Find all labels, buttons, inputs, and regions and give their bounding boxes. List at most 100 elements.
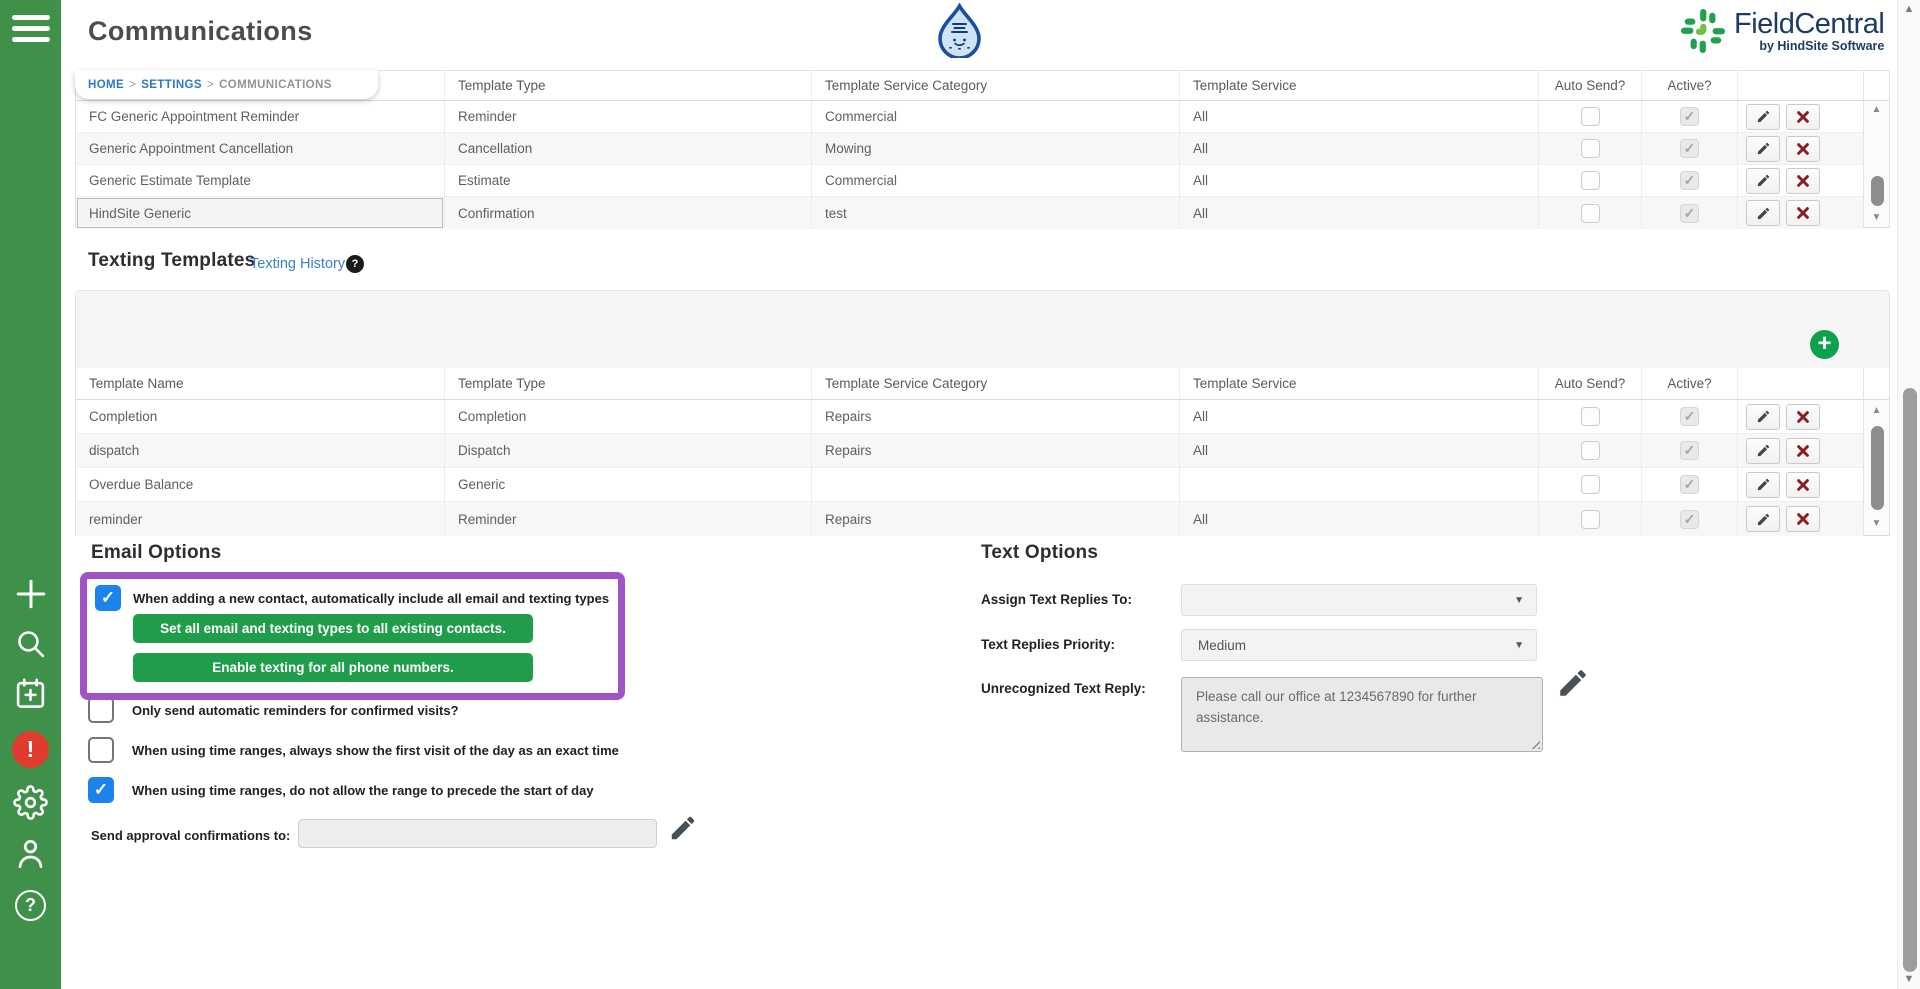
page-title: Communications	[88, 16, 313, 47]
edit-button[interactable]	[1746, 104, 1780, 130]
table-row[interactable]: Generic Appointment Cancellation Cancell…	[76, 133, 1863, 165]
replies-priority-select[interactable]: Medium ▼	[1181, 629, 1537, 661]
edit-button[interactable]	[1746, 136, 1780, 162]
assign-replies-label: Assign Text Replies To:	[981, 592, 1132, 607]
texting-toolbar-panel: +	[75, 290, 1890, 368]
cell-template-type: Generic	[444, 468, 811, 501]
hamburger-menu-icon[interactable]	[12, 15, 50, 42]
help-icon[interactable]: ?	[0, 890, 61, 921]
active-checkbox	[1680, 407, 1699, 426]
edit-button[interactable]	[1746, 168, 1780, 194]
auto-send-checkbox[interactable]	[1581, 475, 1600, 494]
add-texting-template-button[interactable]: +	[1810, 330, 1839, 359]
auto-send-checkbox[interactable]	[1581, 510, 1600, 529]
auto-send-checkbox[interactable]	[1581, 107, 1600, 126]
auto-include-checkbox[interactable]	[95, 585, 121, 611]
range-precede-label: When using time ranges, do not allow the…	[132, 783, 594, 798]
breadcrumb-settings-link[interactable]: SETTINGS	[141, 79, 202, 91]
col-header-service-category: Template Service Category	[811, 368, 1179, 399]
confirmed-visits-checkbox[interactable]	[88, 697, 114, 723]
cell-template-type: Confirmation	[444, 197, 811, 229]
col-header-template-service: Template Service	[1179, 71, 1538, 100]
delete-button[interactable]	[1786, 472, 1820, 498]
approval-confirmations-input[interactable]	[298, 819, 657, 848]
exact-time-label: When using time ranges, always show the …	[132, 743, 619, 758]
add-icon[interactable]	[0, 577, 61, 611]
auto-send-checkbox[interactable]	[1581, 204, 1600, 223]
scroll-down-icon[interactable]: ▼	[1898, 974, 1920, 985]
chevron-down-icon: ▼	[1514, 595, 1524, 606]
cell-template-name: Overdue Balance	[76, 468, 444, 501]
texting-table-scrollbar[interactable]: ▲ ▼	[1863, 368, 1889, 535]
approval-edit-pencil-icon[interactable]	[668, 813, 698, 848]
cell-template-service	[1179, 468, 1538, 501]
table-row[interactable]: dispatch Dispatch Repairs All	[76, 434, 1863, 468]
scrollbar-thumb[interactable]	[1871, 426, 1884, 510]
replies-priority-label: Text Replies Priority:	[981, 637, 1115, 652]
calendar-add-icon[interactable]	[0, 677, 61, 710]
breadcrumb-home-link[interactable]: HOME	[88, 79, 124, 91]
table-row[interactable]: Overdue Balance Generic	[76, 468, 1863, 502]
delete-button[interactable]	[1786, 136, 1820, 162]
cell-template-service: All	[1179, 502, 1538, 536]
edit-button[interactable]	[1746, 472, 1780, 498]
cell-template-type: Reminder	[444, 101, 811, 132]
active-checkbox	[1680, 204, 1699, 223]
auto-send-checkbox[interactable]	[1581, 441, 1600, 460]
page-scrollbar[interactable]: ▲ ▼	[1897, 0, 1920, 989]
cell-template-service: All	[1179, 133, 1538, 164]
question-glyph: ?	[25, 895, 36, 916]
email-table-scrollbar[interactable]: ▲ ▼	[1863, 71, 1889, 227]
scroll-up-icon[interactable]: ▲	[1864, 105, 1889, 115]
texting-history-link[interactable]: Texting History	[250, 256, 345, 272]
company-water-drop-logo	[936, 3, 983, 63]
edit-button[interactable]	[1746, 404, 1780, 430]
table-row[interactable]: reminder Reminder Repairs All	[76, 502, 1863, 536]
texting-templates-table: Template Name Template Type Template Ser…	[75, 368, 1890, 536]
scroll-up-icon[interactable]: ▲	[1864, 406, 1889, 416]
table-row[interactable]: FC Generic Appointment Reminder Reminder…	[76, 101, 1863, 133]
texting-help-icon[interactable]: ?	[346, 255, 364, 273]
exact-time-checkbox[interactable]	[88, 737, 114, 763]
table-row-selected[interactable]: HindSite Generic Confirmation test All	[76, 197, 1863, 229]
resize-grip-icon[interactable]	[1530, 739, 1540, 749]
cell-template-name[interactable]: HindSite Generic	[76, 197, 444, 229]
range-precede-checkbox[interactable]	[88, 777, 114, 803]
delete-button[interactable]	[1786, 200, 1820, 226]
scroll-down-icon[interactable]: ▼	[1864, 519, 1889, 529]
col-header-template-service: Template Service	[1179, 368, 1538, 399]
enable-texting-button[interactable]: Enable texting for all phone numbers.	[133, 653, 533, 682]
set-all-types-button[interactable]: Set all email and texting types to all e…	[133, 614, 533, 643]
user-icon[interactable]	[0, 836, 61, 871]
table-row[interactable]: Generic Estimate Template Estimate Comme…	[76, 165, 1863, 197]
auto-send-checkbox[interactable]	[1581, 139, 1600, 158]
breadcrumb: HOME > SETTINGS > COMMUNICATIONS	[75, 70, 378, 99]
scroll-down-icon[interactable]: ▼	[1864, 213, 1889, 223]
search-icon[interactable]	[0, 627, 61, 660]
assign-replies-select[interactable]: ▼	[1181, 584, 1537, 616]
col-header-active: Active?	[1641, 368, 1737, 399]
edit-button[interactable]	[1746, 200, 1780, 226]
delete-button[interactable]	[1786, 404, 1820, 430]
edit-button[interactable]	[1746, 506, 1780, 532]
cell-template-name: Generic Appointment Cancellation	[76, 133, 444, 164]
scrollbar-thumb[interactable]	[1871, 176, 1884, 206]
settings-gear-icon[interactable]	[0, 785, 61, 820]
delete-button[interactable]	[1786, 438, 1820, 464]
col-header-auto-send: Auto Send?	[1538, 71, 1641, 100]
scrollbar-thumb[interactable]	[1903, 388, 1917, 972]
table-row[interactable]: Completion Completion Repairs All	[76, 400, 1863, 434]
alerts-icon[interactable]: !	[0, 731, 61, 768]
auto-send-checkbox[interactable]	[1581, 171, 1600, 190]
delete-button[interactable]	[1786, 506, 1820, 532]
scroll-up-icon[interactable]: ▲	[1898, 4, 1920, 15]
unrecognized-reply-textarea[interactable]: Please call our office at 1234567890 for…	[1181, 677, 1543, 752]
cell-template-service: All	[1179, 434, 1538, 467]
delete-button[interactable]	[1786, 104, 1820, 130]
unrecognized-edit-pencil-icon[interactable]	[1556, 666, 1590, 705]
delete-button[interactable]	[1786, 168, 1820, 194]
cell-template-service: All	[1179, 197, 1538, 229]
fieldcentral-brand: FieldCentral by HindSite Software	[1680, 8, 1884, 54]
auto-send-checkbox[interactable]	[1581, 407, 1600, 426]
edit-button[interactable]	[1746, 438, 1780, 464]
